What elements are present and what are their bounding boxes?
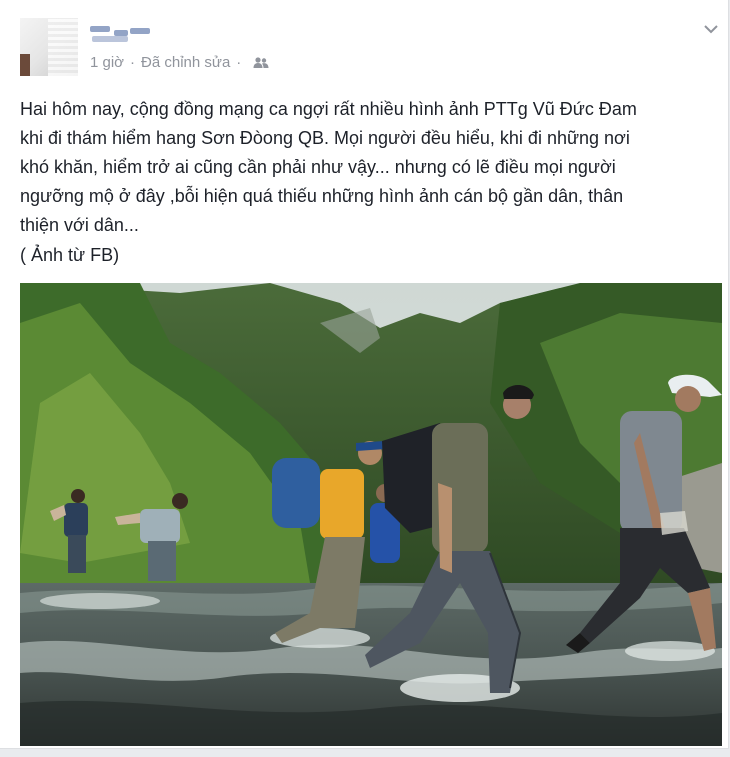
post-text: Hai hôm nay, cộng đồng mạng ca ngợi rất … bbox=[20, 99, 637, 235]
post-card: 1 giờ · Đã chỉnh sửa · Hai hôm nay, cộng… bbox=[0, 0, 729, 749]
page: 1 giờ · Đã chỉnh sửa · Hai hôm nay, cộng… bbox=[0, 0, 730, 757]
timestamp[interactable]: 1 giờ bbox=[90, 54, 124, 71]
avatar[interactable] bbox=[20, 18, 78, 76]
meta-separator: · bbox=[236, 54, 242, 71]
author-name-blurred[interactable] bbox=[90, 24, 152, 44]
friends-icon[interactable] bbox=[253, 56, 269, 70]
meta-separator: · bbox=[130, 54, 136, 71]
photo-illustration bbox=[20, 283, 722, 746]
post-meta: 1 giờ · Đã chỉnh sửa · bbox=[90, 54, 269, 71]
chevron-down-icon[interactable] bbox=[702, 20, 720, 38]
post-caption: ( Ảnh từ FB) bbox=[20, 245, 120, 265]
edited-label[interactable]: Đã chỉnh sửa bbox=[141, 54, 230, 71]
post-photo[interactable] bbox=[20, 283, 722, 746]
